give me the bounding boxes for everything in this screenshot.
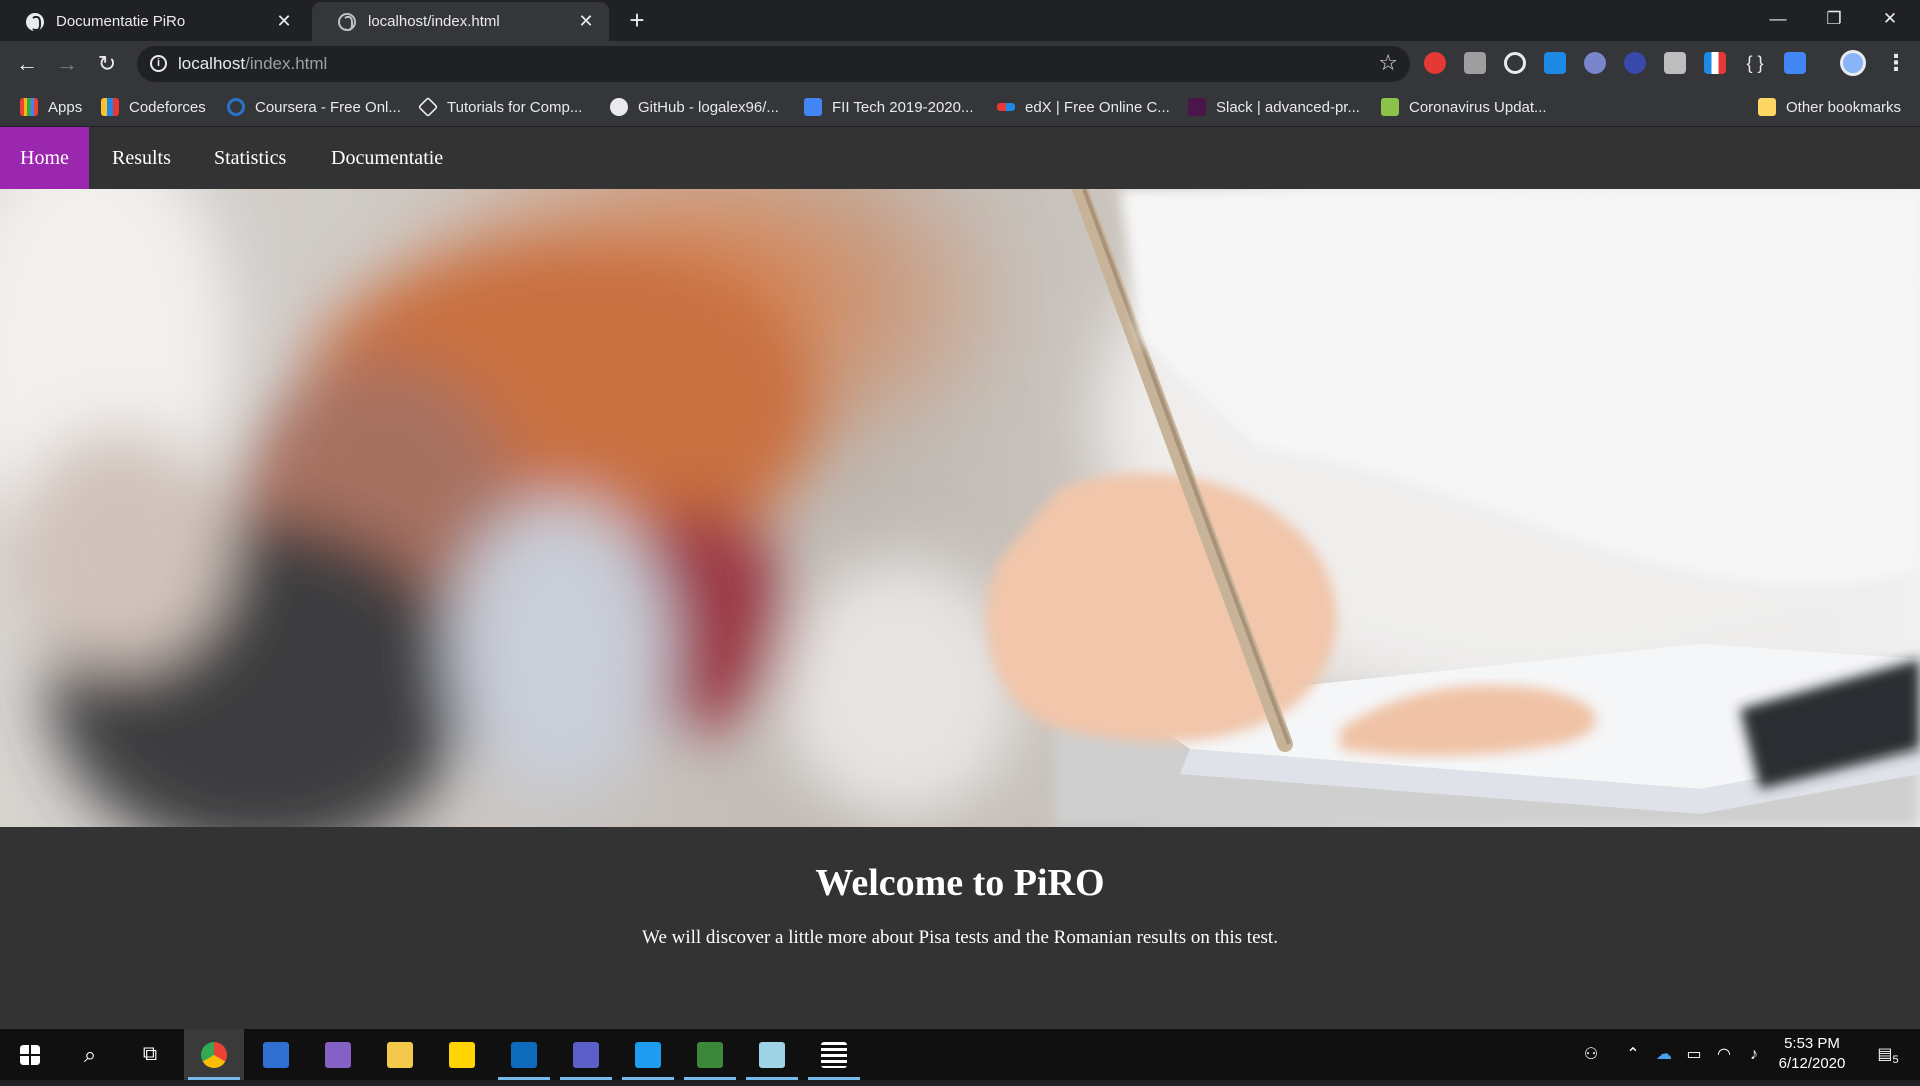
bookmarks-bar: Apps Codeforces Coursera - Free Onl... T… — [0, 87, 1920, 127]
extension-icon[interactable] — [1704, 52, 1726, 74]
new-tab-button[interactable]: + — [623, 7, 651, 35]
task-view-icon[interactable]: ⧉ — [120, 1029, 180, 1080]
intro-text: We will discover a little more about Pis… — [642, 927, 1278, 948]
notifications-icon[interactable]: ▤5 — [1866, 1029, 1910, 1080]
folder-icon — [1758, 98, 1776, 116]
app-icon[interactable] — [742, 1029, 802, 1080]
coursera-icon — [227, 98, 245, 116]
welcome-section: Welcome to PiRO We will discover a littl… — [0, 861, 1920, 948]
tab-title: localhost/index.html — [368, 13, 500, 30]
extension-icon[interactable] — [1624, 52, 1646, 74]
volume-icon[interactable]: ♪ — [1742, 1029, 1766, 1080]
tab-documentatie[interactable]: Documentatie PiRo ✕ — [0, 2, 307, 41]
chrome-taskbar-icon[interactable] — [184, 1029, 244, 1080]
save-app-icon[interactable] — [246, 1029, 306, 1080]
taskbar-clock[interactable]: 5:53 PM 6/12/2020 — [1770, 1034, 1854, 1074]
address-bar[interactable]: i localhost/index.html ☆ — [137, 46, 1410, 82]
bookmark-star-icon[interactable]: ☆ — [1378, 50, 1398, 76]
nav-home[interactable]: Home — [0, 127, 89, 189]
hero-image — [0, 189, 1920, 827]
battery-icon[interactable]: ▭ — [1682, 1029, 1706, 1080]
clock-time: 5:53 PM — [1784, 1035, 1840, 1052]
minimize-button[interactable]: — — [1750, 0, 1806, 40]
tutorials-icon — [417, 96, 439, 118]
reload-icon[interactable]: ↻ — [92, 49, 122, 79]
onedrive-icon[interactable]: ☁ — [1652, 1029, 1676, 1080]
nav-results[interactable]: Results — [92, 127, 191, 189]
restore-button[interactable]: ❐ — [1806, 0, 1862, 40]
browser-menu-icon[interactable]: ⋮ — [1885, 50, 1907, 76]
windows-taskbar: ⌕ ⧉ ⚇ ⌃ ☁ ▭ ◠ ♪ 5:53 PM 6/12/2020 ▤5 — [0, 1029, 1920, 1080]
sticky-notes-icon[interactable] — [432, 1029, 492, 1080]
web-page: Home Results Statistics Documentatie Wel… — [0, 127, 1920, 1029]
nav-documentatie[interactable]: Documentatie — [311, 127, 463, 189]
site-navbar: Home Results Statistics Documentatie — [0, 127, 1920, 189]
other-bookmarks[interactable]: Other bookmarks — [1758, 94, 1901, 120]
clock-date: 6/12/2020 — [1778, 1055, 1846, 1072]
adblock-extension-icon[interactable] — [1424, 52, 1446, 74]
bookmark-codeforces[interactable]: Codeforces — [101, 94, 206, 120]
close-window-button[interactable]: ✕ — [1862, 0, 1918, 40]
windows-start-icon[interactable] — [0, 1029, 60, 1080]
bookmark-tutorials[interactable]: Tutorials for Comp... — [417, 94, 582, 120]
forward-arrow-icon[interactable]: → — [52, 49, 82, 79]
extension-icon[interactable] — [1544, 52, 1566, 74]
people-icon[interactable]: ⚇ — [1578, 1029, 1604, 1080]
github-icon — [610, 98, 628, 116]
translate-extension-icon[interactable] — [1784, 52, 1806, 74]
bookmark-slack[interactable]: Slack | advanced-pr... — [1188, 94, 1360, 120]
codeforces-icon — [101, 98, 119, 116]
calculator-icon[interactable] — [804, 1029, 864, 1080]
bookmark-fii-tech[interactable]: FII Tech 2019-2020... — [804, 94, 973, 120]
nav-statistics[interactable]: Statistics — [194, 127, 306, 189]
page-heading: Welcome to PiRO — [815, 862, 1105, 904]
student-writing-photo — [0, 189, 1920, 827]
file-explorer-icon[interactable] — [370, 1029, 430, 1080]
extension-icon[interactable] — [1584, 52, 1606, 74]
browser-tab-strip: Documentatie PiRo ✕ localhost/index.html… — [0, 0, 1920, 41]
back-arrow-icon[interactable]: ← — [12, 49, 42, 79]
sync-extension-icon[interactable] — [1504, 52, 1526, 74]
close-tab-icon[interactable]: ✕ — [577, 11, 595, 32]
globe-icon — [26, 12, 44, 31]
tab-localhost[interactable]: localhost/index.html ✕ — [312, 2, 609, 41]
teams-icon[interactable] — [556, 1029, 616, 1080]
camera-extension-icon[interactable] — [1664, 52, 1686, 74]
visual-studio-icon[interactable] — [308, 1029, 368, 1080]
browser-toolbar: ← → ↻ i localhost/index.html ☆ { } ⋮ — [0, 41, 1920, 87]
apps-grid-icon — [20, 98, 38, 116]
bookmark-coronavirus[interactable]: Coronavirus Updat... — [1381, 94, 1547, 120]
tab-title: Documentatie PiRo — [56, 13, 186, 30]
bookmark-edx[interactable]: edX | Free Online C... — [997, 94, 1170, 120]
url-text[interactable]: localhost/index.html — [178, 54, 327, 74]
wifi-icon[interactable]: ◠ — [1712, 1029, 1736, 1080]
profile-avatar[interactable] — [1840, 50, 1866, 76]
notification-count: 5 — [1892, 1054, 1899, 1067]
bookmark-apps[interactable]: Apps — [20, 94, 82, 120]
globe-icon — [338, 12, 356, 31]
vscode-icon[interactable] — [618, 1029, 678, 1080]
search-icon[interactable]: ⌕ — [60, 1029, 120, 1080]
outlook-icon[interactable] — [494, 1029, 554, 1080]
nodejs-icon[interactable] — [680, 1029, 740, 1080]
edx-icon — [997, 103, 1015, 111]
worldometer-icon — [1381, 98, 1399, 116]
show-hidden-icons-icon[interactable]: ⌃ — [1622, 1029, 1644, 1080]
extension-icon[interactable] — [1464, 52, 1486, 74]
json-extension-icon[interactable]: { } — [1744, 52, 1766, 74]
slack-icon — [1188, 98, 1206, 116]
bookmark-coursera[interactable]: Coursera - Free Onl... — [227, 94, 401, 120]
close-tab-icon[interactable]: ✕ — [275, 11, 293, 32]
bookmark-github[interactable]: GitHub - logalex96/... — [610, 94, 779, 120]
docs-icon — [804, 98, 822, 116]
info-icon[interactable]: i — [150, 55, 167, 72]
